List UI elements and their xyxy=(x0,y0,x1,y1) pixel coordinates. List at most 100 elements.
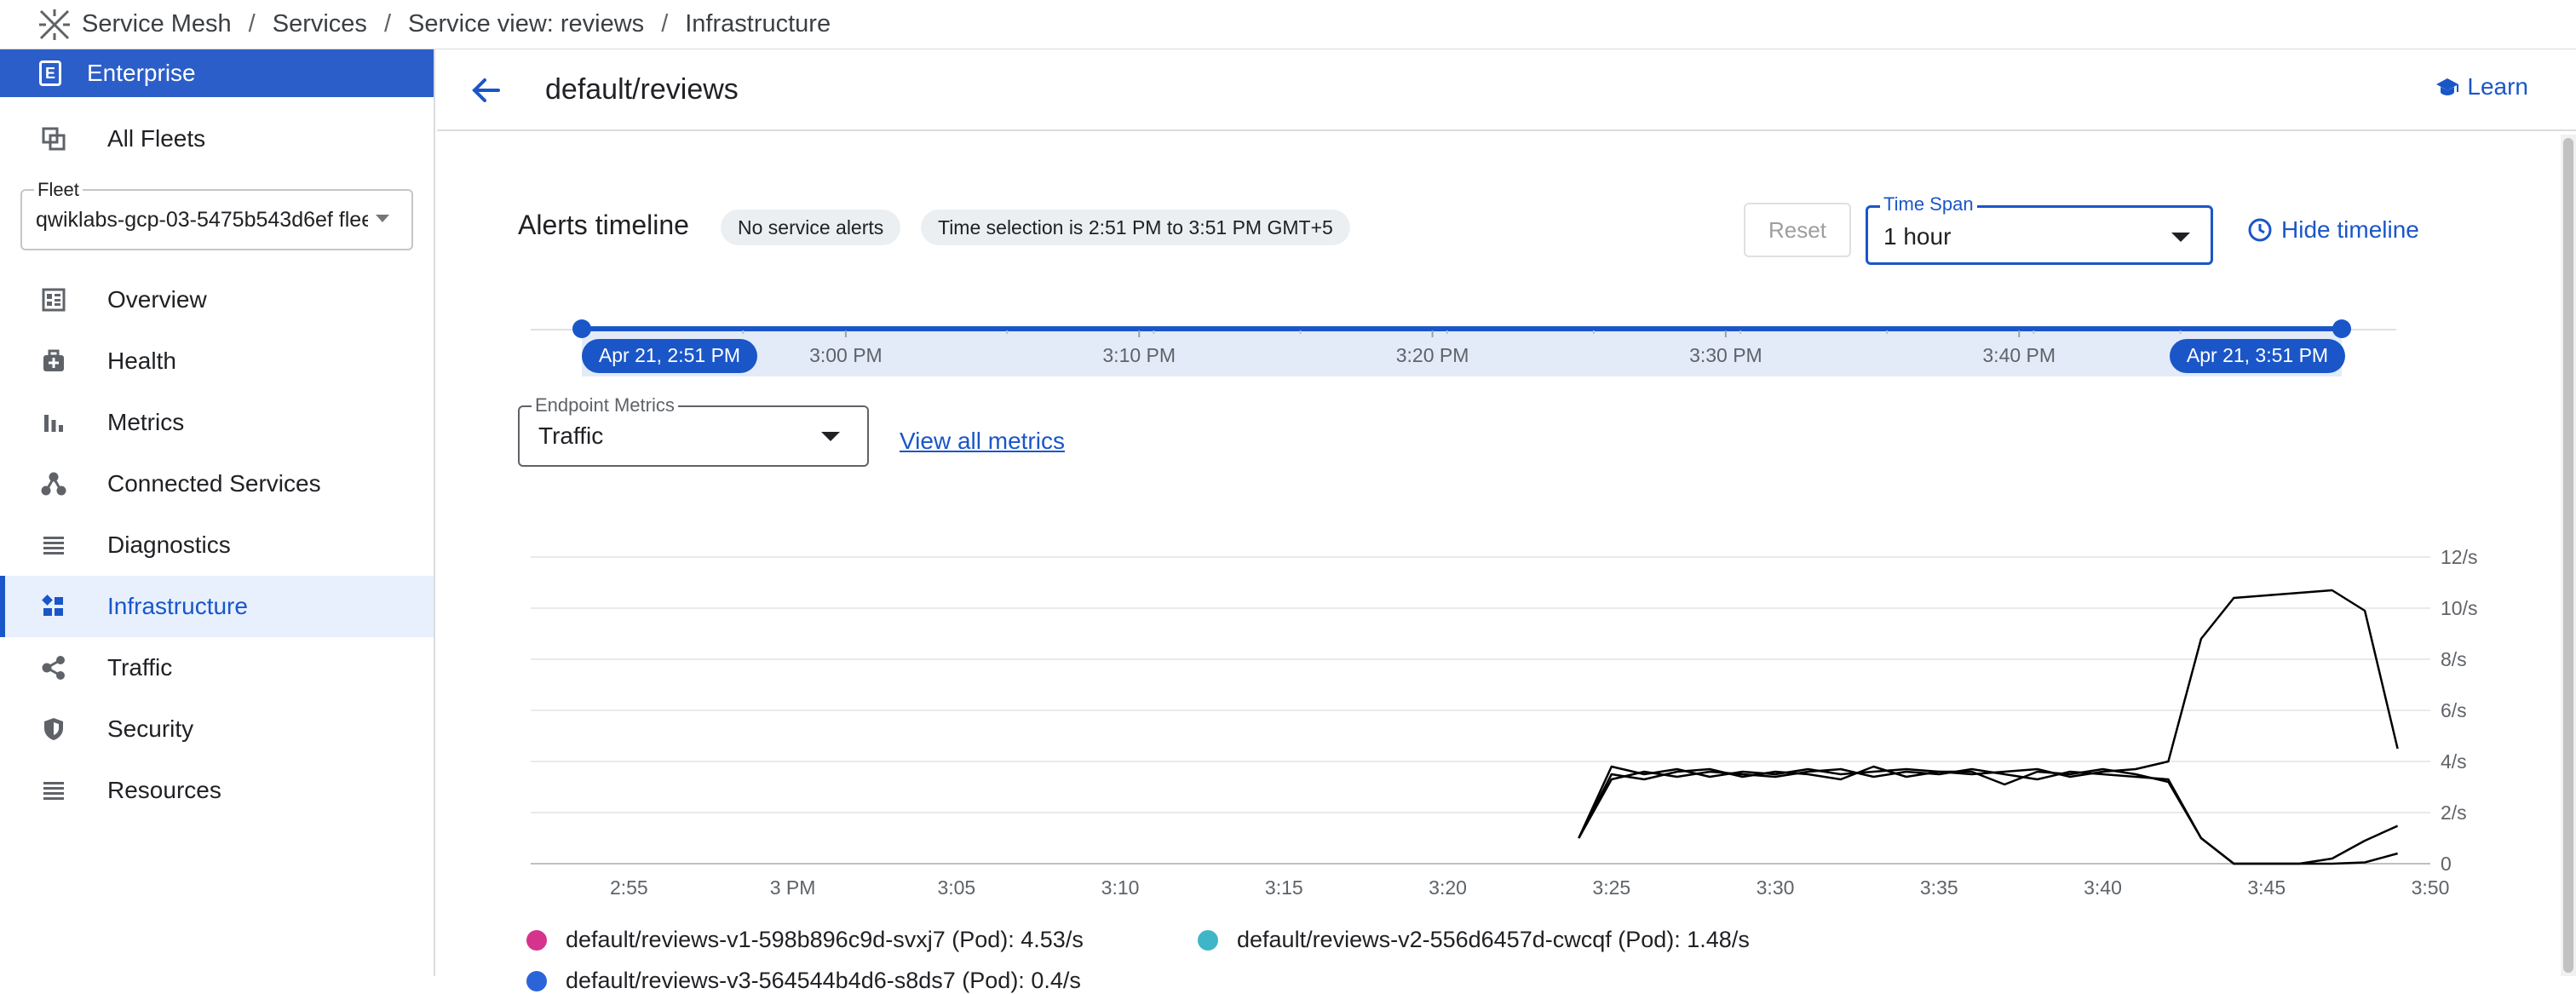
breadcrumb-service-view[interactable]: Service view: reviews xyxy=(408,10,644,38)
metrics-icon xyxy=(39,408,68,437)
sidebar-item-infrastructure[interactable]: Infrastructure xyxy=(0,576,434,637)
diagnostics-icon xyxy=(39,531,68,560)
top-bar: Service Mesh / Services / Service view: … xyxy=(0,0,2576,49)
sidebar-item-metrics[interactable]: Metrics xyxy=(0,392,434,453)
breadcrumb-infrastructure: Infrastructure xyxy=(685,10,831,37)
resources-icon xyxy=(39,776,68,805)
time-span-label: Time Span xyxy=(1880,193,1977,215)
sidebar-item-diagnostics[interactable]: Diagnostics xyxy=(0,514,434,576)
vertical-scrollbar[interactable] xyxy=(2561,135,2576,976)
timeline-end-label: Apr 21, 3:51 PM xyxy=(2187,344,2328,366)
sidebar-item-label: All Fleets xyxy=(107,125,206,152)
timeline-tick-label: 3:10 PM xyxy=(1102,344,1176,366)
y-tick-label: 0 xyxy=(2441,853,2452,875)
traffic-icon xyxy=(39,653,68,682)
x-tick-label: 3 PM xyxy=(770,876,816,899)
alerts-timeline-title: Alerts timeline xyxy=(518,210,689,240)
breadcrumb-services[interactable]: Services xyxy=(273,10,367,38)
endpoint-metrics-label: Endpoint Metrics xyxy=(532,394,678,417)
view-all-metrics-link[interactable]: View all metrics xyxy=(900,428,1065,455)
sidebar-item-label: Resources xyxy=(107,777,221,803)
legend-item-v2[interactable]: default/reviews-v2-556d6457d-cwcqf (Pod)… xyxy=(1198,927,1750,953)
chevron-down-icon xyxy=(376,215,389,222)
legend-item-v3[interactable]: default/reviews-v3-564544b4d6-s8ds7 (Pod… xyxy=(526,968,1081,994)
enterprise-header[interactable]: E Enterprise xyxy=(0,49,434,97)
legend-swatch xyxy=(526,929,547,951)
endpoint-metrics-value: Traffic xyxy=(538,422,604,449)
clock-icon xyxy=(2248,218,2272,242)
y-tick-label: 2/s xyxy=(2441,802,2467,824)
main-content: default/reviews Learn Alerts timeline No… xyxy=(437,49,2576,993)
sidebar-item-label: Metrics xyxy=(107,409,185,435)
y-tick-label: 10/s xyxy=(2441,597,2477,619)
x-tick-label: 3:35 xyxy=(1920,876,1958,899)
legend-item-v1[interactable]: default/reviews-v1-598b896c9d-svxj7 (Pod… xyxy=(526,927,1084,953)
time-span-select[interactable]: Time Span 1 hour xyxy=(1866,193,2213,265)
breadcrumb-service-mesh[interactable]: Service Mesh xyxy=(82,10,232,38)
timeline-tick-label: 3:20 PM xyxy=(1396,344,1469,366)
breadcrumb-separator: / xyxy=(661,10,669,37)
time-selection-chip: Time selection is 2:51 PM to 3:51 PM GMT… xyxy=(921,210,1350,245)
timeline-start-handle[interactable] xyxy=(572,319,591,338)
x-tick-label: 3:45 xyxy=(2247,876,2286,899)
y-tick-label: 4/s xyxy=(2441,750,2467,773)
x-tick-label: 3:20 xyxy=(1429,876,1467,899)
x-tick-label: 3:10 xyxy=(1101,876,1140,899)
alerts-timeline-slider[interactable]: 3:00 PM 3:10 PM 3:20 PM 3:30 PM 3:40 PM Apr … xyxy=(531,269,2396,380)
service-mesh-logo-icon xyxy=(39,9,70,40)
security-icon xyxy=(39,715,68,744)
fleet-select[interactable]: Fleet qwiklabs-gcp-03-5475b543d6ef fleet xyxy=(20,179,413,250)
sidebar-item-traffic[interactable]: Traffic xyxy=(0,637,434,698)
y-tick-label: 6/s xyxy=(2441,699,2467,721)
sidebar-item-label: Overview xyxy=(107,286,207,313)
learn-button[interactable]: Learn xyxy=(2435,73,2528,101)
sidebar-item-label: Diagnostics xyxy=(107,531,231,558)
legend-swatch xyxy=(1198,929,1218,951)
x-tick-label: 3:15 xyxy=(1265,876,1303,899)
enterprise-label: Enterprise xyxy=(87,60,196,86)
legend-label: default/reviews-v1-598b896c9d-svxj7 (Pod… xyxy=(566,927,1084,952)
timeline-tick-label: 3:30 PM xyxy=(1689,344,1762,366)
endpoint-metrics-select[interactable]: Endpoint Metrics Traffic xyxy=(518,394,869,467)
page-header: default/reviews Learn xyxy=(437,49,2576,131)
chevron-down-icon xyxy=(2171,233,2190,242)
reset-button[interactable]: Reset xyxy=(1744,203,1851,257)
sidebar-item-all-fleets[interactable]: All Fleets xyxy=(0,112,434,165)
timeline-end-handle[interactable] xyxy=(2332,319,2351,338)
breadcrumb-separator: / xyxy=(383,10,391,37)
infrastructure-icon xyxy=(39,592,68,621)
sidebar-item-label: Infrastructure xyxy=(107,593,248,619)
sidebar-item-overview[interactable]: Overview xyxy=(0,269,434,330)
traffic-chart: 2:55 3 PM 3:05 3:10 3:15 3:20 3:25 3:30 3:35 3:40… xyxy=(531,546,2477,899)
sidebar-item-connected-services[interactable]: Connected Services xyxy=(0,453,434,514)
y-tick-label: 8/s xyxy=(2441,648,2467,670)
sidebar-item-label: Security xyxy=(107,715,194,742)
x-tick-label: 3:50 xyxy=(2412,876,2450,899)
back-arrow-icon[interactable] xyxy=(469,73,503,107)
page-title: default/reviews xyxy=(545,73,739,106)
sidebar-item-health[interactable]: Health xyxy=(0,330,434,392)
legend-swatch xyxy=(526,970,547,991)
sidebar-item-resources[interactable]: Resources xyxy=(0,760,434,821)
breadcrumb-separator: / xyxy=(248,10,256,37)
no-service-alerts-chip: No service alerts xyxy=(721,210,901,245)
sidebar-item-label: Health xyxy=(107,348,176,374)
time-span-value: 1 hour xyxy=(1883,223,1952,250)
scrollbar-thumb[interactable] xyxy=(2563,138,2573,973)
timeline-tick-label: 3:00 PM xyxy=(809,344,883,366)
breadcrumb: Service Mesh / Services / Service view: … xyxy=(82,10,831,38)
sidebar-item-security[interactable]: Security xyxy=(0,698,434,760)
hide-timeline-button[interactable]: Hide timeline xyxy=(2247,216,2419,244)
fleet-select-value: qwiklabs-gcp-03-5475b543d6ef fleet xyxy=(36,208,368,232)
series-line-2 xyxy=(1578,767,2399,865)
sidebar-item-label: Connected Services xyxy=(107,470,321,497)
learn-label: Learn xyxy=(2467,73,2528,100)
series-line-3 xyxy=(1578,765,2398,865)
connected-services-icon xyxy=(39,469,68,498)
series-line-1 xyxy=(1578,589,2399,839)
fleet-select-label: Fleet xyxy=(34,179,83,201)
x-tick-label: 2:55 xyxy=(610,876,648,899)
health-icon xyxy=(39,347,68,376)
x-tick-label: 3:30 xyxy=(1757,876,1795,899)
sidebar-item-label: Traffic xyxy=(107,654,173,681)
